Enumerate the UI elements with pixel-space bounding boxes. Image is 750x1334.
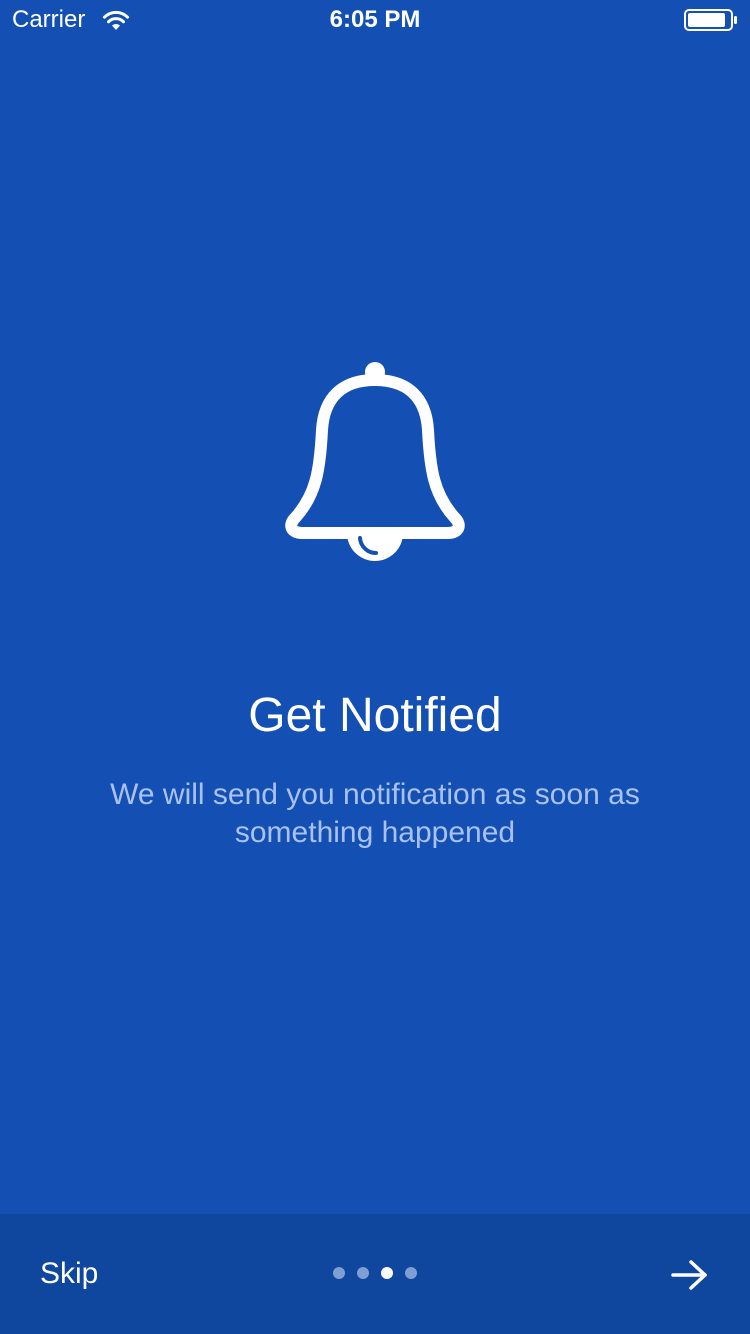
page-title: Get Notified: [248, 689, 502, 742]
page-dot[interactable]: [405, 1267, 417, 1279]
page-dot[interactable]: [333, 1267, 345, 1279]
battery-icon: [684, 9, 737, 31]
status-bar: Carrier 6:05 PM: [0, 0, 750, 40]
bell-icon: [285, 362, 465, 561]
page-dot-active[interactable]: [381, 1267, 393, 1279]
page-dot[interactable]: [357, 1267, 369, 1279]
bell-illustration: [280, 360, 470, 565]
onboarding-screen: Carrier 6:05 PM Get Notified We will sen…: [0, 0, 750, 1334]
bottom-navigation-bar: Skip: [0, 1214, 750, 1334]
arrow-right-icon[interactable]: [670, 1258, 710, 1292]
page-indicator[interactable]: [0, 1267, 750, 1279]
clock: 6:05 PM: [329, 6, 421, 33]
page-subtitle: We will send you notification as soon as…: [110, 778, 640, 849]
